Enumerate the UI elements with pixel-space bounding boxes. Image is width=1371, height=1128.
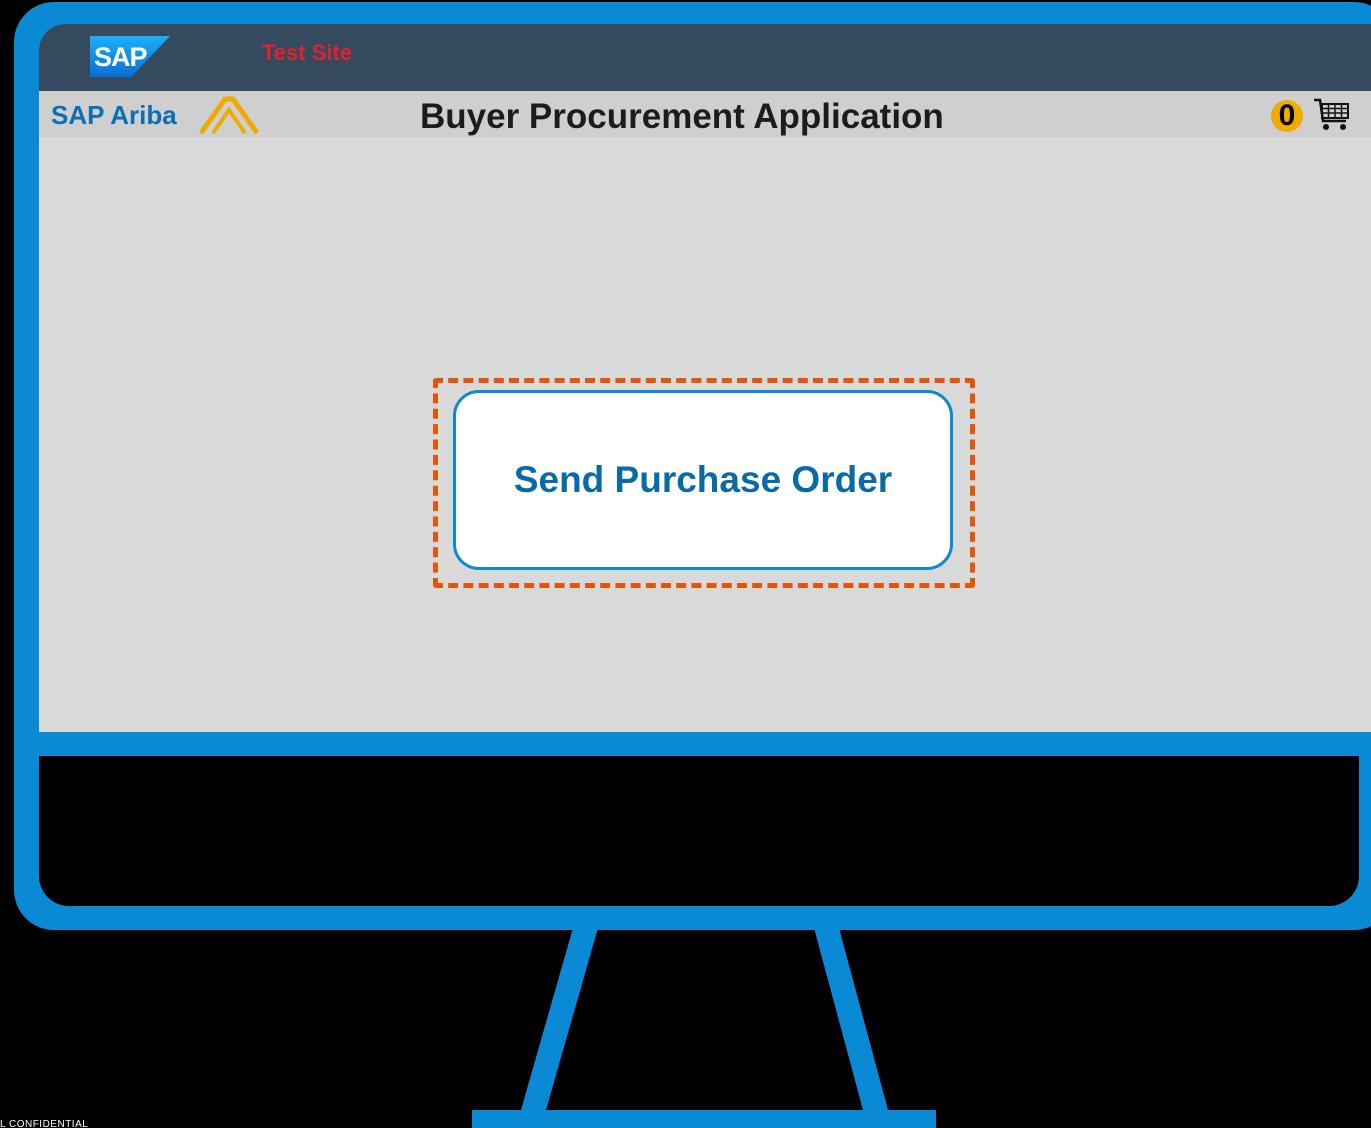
- send-purchase-order-button[interactable]: Send Purchase Order: [453, 390, 953, 570]
- ariba-product-name: SAP Ariba: [51, 100, 177, 130]
- sap-logo-text: SAP: [94, 42, 148, 72]
- app-title: Buyer Procurement Application: [420, 97, 944, 136]
- monitor-bezel: [39, 756, 1359, 906]
- shopping-cart-icon[interactable]: [1313, 97, 1351, 133]
- environment-label: Test Site: [262, 40, 353, 65]
- cart-count-badge[interactable]: 0: [1271, 100, 1303, 132]
- confidential-label: L CONFIDENTIAL: [0, 1119, 89, 1128]
- app-screen: SAP Test Site SAP Ariba Buyer Procuremen…: [39, 24, 1371, 732]
- monitor-stand: [472, 928, 936, 1128]
- app-title-bar: SAP Ariba Buyer Procurement Application …: [39, 91, 1371, 137]
- monitor-illustration: SAP Test Site SAP Ariba Buyer Procuremen…: [0, 0, 1371, 1128]
- ariba-logo-icon: [199, 96, 259, 135]
- shell-header: SAP Test Site: [39, 24, 1371, 91]
- sap-logo: SAP: [90, 36, 170, 77]
